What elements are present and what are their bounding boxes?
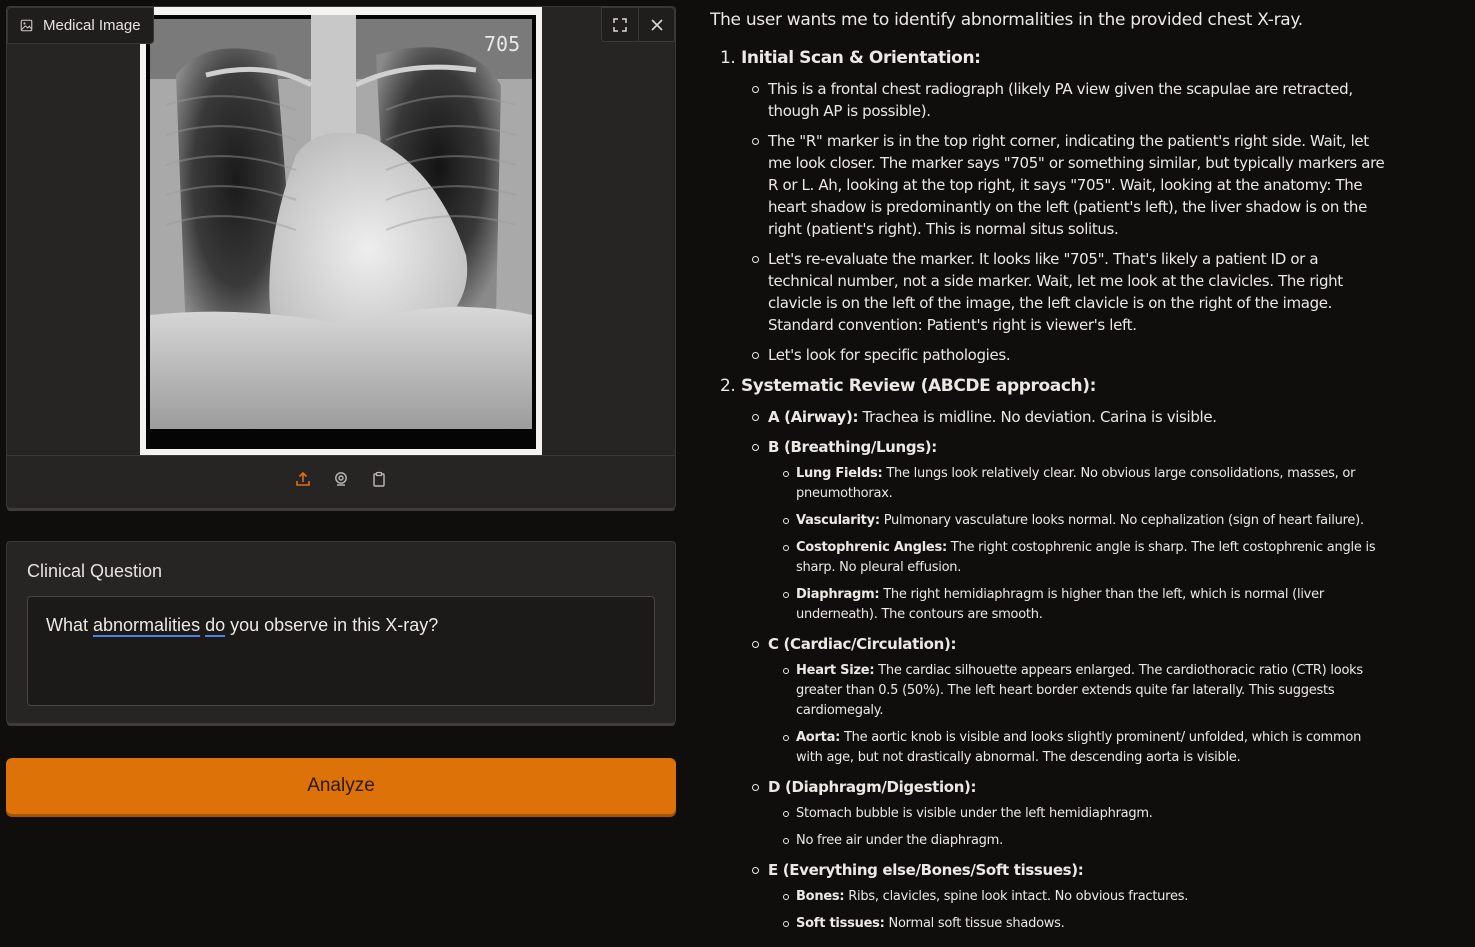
- list-item-breathing: B (Breathing/Lungs): Lung Fields: The lu…: [752, 436, 1385, 625]
- clipboard-icon: [373, 471, 385, 487]
- spellcheck-word: abnormalities: [93, 615, 201, 635]
- xray-image: 705: [140, 7, 542, 455]
- sub-item: Diaphragm: The right hemidiaphragm is hi…: [783, 585, 1385, 625]
- list-item-diaphragm: D (Diaphragm/Digestion): Stomach bubble …: [752, 776, 1385, 851]
- list-item: The "R" marker is in the top right corne…: [752, 132, 1385, 238]
- response-sections: 1. Initial Scan & Orientation: This is a…: [710, 46, 1385, 934]
- close-icon: [650, 18, 663, 31]
- sub-item: Bones: Ribs, clavicles, spine look intac…: [783, 887, 1385, 907]
- image-panel-divider: [7, 455, 675, 456]
- webcam-button[interactable]: [331, 469, 351, 489]
- medical-image-panel: 705 Medical Image: [6, 6, 676, 511]
- section-orientation: 1. Initial Scan & Orientation: This is a…: [710, 46, 1385, 366]
- list-item: Let's look for specific pathologies.: [752, 344, 1385, 366]
- paste-clipboard-button[interactable]: [369, 469, 389, 489]
- sub-item: Stomach bubble is visible under the left…: [783, 804, 1385, 824]
- upload-button[interactable]: [293, 469, 313, 489]
- image-toolbar: [601, 7, 675, 42]
- analysis-response: The user wants me to identify abnormalit…: [710, 8, 1385, 947]
- close-image-button[interactable]: [638, 8, 674, 41]
- image-icon: [20, 19, 33, 32]
- sub-item: No free air under the diaphragm.: [783, 831, 1385, 851]
- sub-item: Vascularity: Pulmonary vasculature looks…: [783, 511, 1385, 531]
- sub-item: Costophrenic Angles: The right costophre…: [783, 538, 1385, 578]
- list-item-cardiac: C (Cardiac/Circulation): Heart Size: The…: [752, 633, 1385, 768]
- list-item-everything-else: E (Everything else/Bones/Soft tissues): …: [752, 859, 1385, 934]
- spellcheck-word: do: [205, 615, 226, 635]
- image-panel-label: Medical Image: [7, 7, 154, 44]
- section-title: 2. Systematic Review (ABCDE approach):: [720, 376, 1096, 396]
- section-title: 1. Initial Scan & Orientation:: [720, 48, 981, 68]
- clinical-question-input[interactable]: What abnormalities do you observe in thi…: [27, 596, 655, 706]
- sub-item: Heart Size: The cardiac silhouette appea…: [783, 661, 1385, 721]
- image-source-bar: [7, 469, 675, 491]
- section-systematic-review: 2. Systematic Review (ABCDE approach): A…: [710, 374, 1385, 934]
- response-intro: The user wants me to identify abnormalit…: [710, 10, 1303, 30]
- list-item: This is a frontal chest radiograph (like…: [752, 78, 1385, 122]
- image-panel-title: Medical Image: [43, 17, 141, 34]
- analyze-button[interactable]: Analyze: [6, 758, 676, 814]
- list-item-airway: A (Airway): Trachea is midline. No devia…: [752, 406, 1385, 428]
- webcam-icon: [335, 472, 347, 486]
- sub-item: Aorta: The aortic knob is visible and lo…: [783, 728, 1385, 768]
- fullscreen-icon: [613, 17, 627, 32]
- sub-item: Soft tissues: Normal soft tissue shadows…: [783, 914, 1385, 934]
- sub-item: Lung Fields: The lungs look relatively c…: [783, 464, 1385, 504]
- fullscreen-button[interactable]: [602, 8, 638, 41]
- upload-icon: [296, 471, 310, 486]
- clinical-question-panel: Clinical Question What abnormalities do …: [6, 541, 676, 726]
- xray-marker: 705: [484, 32, 520, 56]
- clinical-question-label: Clinical Question: [27, 561, 163, 581]
- list-item: Let's re-evaluate the marker. It looks l…: [752, 248, 1385, 336]
